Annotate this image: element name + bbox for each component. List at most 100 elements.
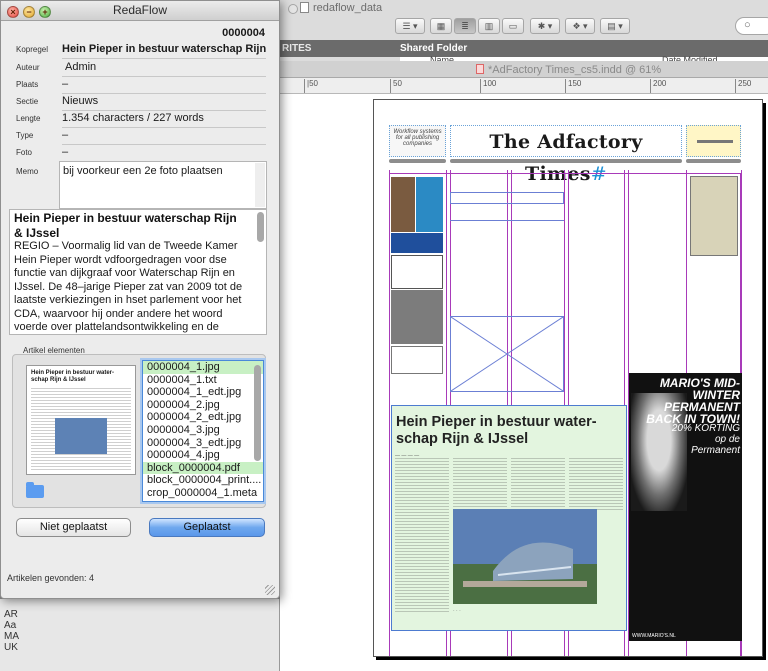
ad-offer: 20% KORTING op de Permanent bbox=[671, 423, 740, 456]
document-page[interactable]: Workflow systems for all publishing comp… bbox=[373, 99, 763, 657]
file-item[interactable]: 0000004_3.jpg bbox=[143, 424, 263, 437]
field-value: 1.354 characters / 227 words bbox=[62, 112, 266, 128]
folder-doc-icon bbox=[300, 2, 309, 13]
resize-grip-icon[interactable] bbox=[265, 585, 275, 595]
minimize-icon[interactable]: − bbox=[23, 6, 35, 18]
field-kopregel: Kopregel Hein Pieper in bestuur watersch… bbox=[1, 42, 279, 59]
action-list-button[interactable]: ☰ ▾ bbox=[395, 18, 425, 34]
field-value[interactable]: Nieuws bbox=[62, 95, 266, 111]
title-text: RedaFlow bbox=[112, 3, 168, 17]
header-rule bbox=[389, 159, 446, 163]
image-placeholder[interactable] bbox=[450, 316, 564, 392]
portrait-photo[interactable] bbox=[391, 290, 443, 344]
zoom-icon[interactable]: + bbox=[39, 6, 51, 18]
file-item[interactable]: crop_0000004_1.meta bbox=[143, 487, 263, 500]
masthead[interactable]: The Adfactory Times# bbox=[450, 125, 682, 185]
field-value[interactable]: – bbox=[62, 146, 266, 162]
field-label: Type bbox=[16, 131, 34, 140]
file-item[interactable]: 0000004_4.jpg bbox=[143, 449, 263, 462]
horse-photo[interactable] bbox=[391, 177, 415, 232]
ad-footer: WWW.MARIO'S.NL bbox=[632, 633, 676, 639]
marios-ad[interactable]: MARIO'S MID-WINTER PERMANENT BACK IN TOW… bbox=[629, 373, 742, 641]
photo-caption: · · · bbox=[453, 608, 461, 614]
list-item[interactable]: MA bbox=[4, 631, 19, 642]
small-text-ad[interactable] bbox=[391, 346, 443, 374]
elements-group: Hein Pieper in bestuur water-schap Rijn … bbox=[12, 354, 266, 508]
blue-ad[interactable] bbox=[391, 233, 443, 253]
folder-icon[interactable] bbox=[26, 482, 44, 498]
memo-field[interactable]: bij voorkeur een 2e foto plaatsen bbox=[59, 161, 267, 209]
right-top-ad[interactable] bbox=[690, 176, 738, 256]
empty-frame[interactable] bbox=[450, 192, 564, 204]
horizontal-ruler: |50 50 100 150 200 250 bbox=[280, 78, 768, 94]
background-panel bbox=[0, 599, 280, 671]
shared-folder-label: Shared Folder bbox=[400, 43, 468, 54]
list-item[interactable]: Aa bbox=[4, 620, 19, 631]
file-item[interactable]: 0000004_2_edt.jpg bbox=[143, 411, 263, 424]
search-icon: ○ bbox=[744, 19, 751, 31]
article-id: 0000004 bbox=[222, 27, 265, 39]
field-lengte: Lengte 1.354 characters / 227 words bbox=[1, 111, 279, 128]
document-title: *AdFactory Times_cs5.indd @ 61% bbox=[488, 64, 662, 76]
ruler-tick: 150 bbox=[565, 79, 581, 93]
file-list-scrollbar[interactable] bbox=[254, 365, 261, 461]
view-coverflow-button[interactable]: ▭ bbox=[502, 18, 524, 34]
file-item[interactable]: block_0000004_print.... bbox=[143, 474, 263, 487]
frame-edge bbox=[450, 220, 564, 221]
elements-file-list[interactable]: 0000004_1.jpg 0000004_1.txt 0000004_1_ed… bbox=[142, 360, 264, 502]
field-value[interactable]: – bbox=[62, 129, 266, 145]
header-rule bbox=[450, 159, 682, 163]
memo-text: bij voorkeur een 2e foto plaatsen bbox=[63, 165, 223, 177]
selection-handle-row bbox=[571, 405, 631, 409]
ruler-tick: 250 bbox=[735, 79, 751, 93]
gear-icon[interactable]: ✱ ▾ bbox=[530, 18, 560, 34]
arrange-button[interactable]: ▤ ▾ bbox=[600, 18, 630, 34]
memo-scrollbar[interactable] bbox=[255, 163, 265, 207]
finder-window-button[interactable] bbox=[288, 4, 298, 14]
field-value[interactable]: Admin bbox=[62, 61, 266, 77]
article-frame[interactable]: Hein Pieper in bestuur water-schap Rijn … bbox=[391, 405, 627, 631]
finder-title: redaflow_data bbox=[300, 2, 382, 14]
header-tab-box[interactable] bbox=[686, 125, 741, 157]
view-column-button[interactable]: ▥ bbox=[478, 18, 500, 34]
article-scrollbar[interactable] bbox=[257, 212, 264, 242]
ruler-tick: 200 bbox=[650, 79, 666, 93]
close-icon[interactable]: × bbox=[7, 6, 19, 18]
field-label: Plaats bbox=[16, 80, 39, 89]
file-item[interactable]: block_0000004.pdf bbox=[143, 461, 263, 475]
indesign-doc-icon bbox=[476, 64, 484, 74]
file-item[interactable]: 0000004_1.jpg bbox=[143, 361, 263, 374]
file-item[interactable]: 0000004_1.txt bbox=[143, 374, 263, 387]
search-field[interactable]: ○ bbox=[735, 17, 768, 35]
sidebar-header: RITES bbox=[282, 43, 312, 54]
view-icon-button[interactable]: ▦ bbox=[430, 18, 452, 34]
view-list-button[interactable]: ≣ bbox=[454, 18, 476, 34]
field-value[interactable]: – bbox=[62, 78, 266, 94]
field-label: Sectie bbox=[16, 97, 39, 106]
list-item[interactable]: AR bbox=[4, 609, 19, 620]
file-item[interactable]: 0000004_1_edt.jpg bbox=[143, 386, 263, 399]
field-type: Type – bbox=[1, 128, 279, 145]
article-preview-thumbnail[interactable]: Hein Pieper in bestuur water-schap Rijn … bbox=[26, 365, 136, 475]
dropbox-icon[interactable]: ❖ ▾ bbox=[565, 18, 595, 34]
ruler-tick: 100 bbox=[480, 79, 496, 93]
not-placed-button[interactable]: Niet geplaatst bbox=[16, 518, 131, 537]
article-text-box[interactable]: Hein Pieper in bestuur waterschap Rijn &… bbox=[9, 209, 267, 335]
building-photo[interactable] bbox=[453, 509, 597, 604]
redaflow-panel: RedaFlow × − + 0000004 Kopregel Hein Pie… bbox=[0, 0, 280, 599]
text-column bbox=[395, 512, 449, 614]
app-ad[interactable] bbox=[416, 177, 443, 232]
thumbnail-photo bbox=[55, 418, 107, 454]
file-item[interactable]: 0000004_3_edt.jpg bbox=[143, 437, 263, 450]
field-sectie: Sectie Nieuws bbox=[1, 94, 279, 111]
field-label: Kopregel bbox=[16, 45, 49, 54]
placed-button[interactable]: Geplaatst bbox=[149, 518, 265, 537]
list-item[interactable]: UK bbox=[4, 642, 19, 653]
field-label: Foto bbox=[16, 148, 33, 157]
document-tab[interactable]: *AdFactory Times_cs5.indd @ 61% bbox=[280, 61, 768, 78]
field-value[interactable]: Hein Pieper in bestuur waterschap Rijn I… bbox=[62, 43, 266, 59]
text-column bbox=[395, 458, 449, 510]
biz-ad[interactable] bbox=[391, 255, 443, 289]
workflow-ad-box[interactable]: Workflow systems for all publishing comp… bbox=[389, 125, 446, 157]
file-item[interactable]: 0000004_2.jpg bbox=[143, 399, 263, 412]
